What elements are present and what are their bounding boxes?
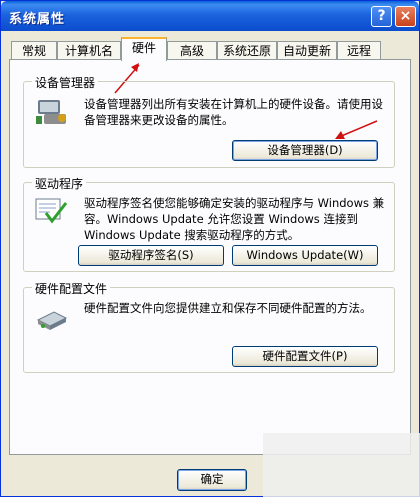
- windows-update-button[interactable]: Windows Update(W): [232, 245, 378, 266]
- ok-button[interactable]: 确定: [177, 469, 247, 491]
- tab-computer-name[interactable]: 计算机名: [57, 41, 121, 60]
- title-bar[interactable]: 系统属性 ? ×: [1, 1, 419, 31]
- help-button[interactable]: ?: [371, 6, 392, 27]
- tab-general[interactable]: 常规: [11, 41, 57, 60]
- tab-automatic-updates[interactable]: 自动更新: [277, 41, 337, 60]
- tab-remote[interactable]: 远程: [337, 41, 381, 60]
- hardware-profiles-description: 硬件配置文件向您提供建立和保存不同硬件配置的方法。: [84, 301, 372, 315]
- hardware-profiles-group: 硬件配置文件 硬件配置文件向您提供建立和保存不同硬件配置的方法。 硬件配置文件(…: [23, 280, 395, 373]
- system-properties-window: 系统属性 ? × 常规 计算机名 硬件 高级 系统还原 自动更新 远程 设备管理…: [0, 0, 420, 497]
- tab-advanced[interactable]: 高级: [167, 41, 217, 60]
- blurred-watermark: [263, 433, 420, 497]
- hardware-profiles-group-label: 硬件配置文件: [32, 280, 111, 297]
- drivers-description: 驱动程序签名使您能够确定安装的驱动程序与 Windows 兼容。Windows …: [84, 196, 385, 242]
- annotation-arrow-button: [335, 120, 378, 139]
- device-manager-icon: [36, 100, 66, 124]
- tab-hardware[interactable]: 硬件: [121, 37, 167, 61]
- drivers-group-label: 驱动程序: [32, 175, 87, 192]
- device-manager-group-label: 设备管理器: [32, 74, 99, 91]
- hardware-profile-icon: [36, 311, 68, 330]
- hardware-profiles-button[interactable]: 硬件配置文件(P): [232, 346, 378, 367]
- close-button[interactable]: ×: [395, 6, 416, 27]
- tab-system-restore[interactable]: 系统还原: [217, 41, 277, 60]
- driver-signing-button[interactable]: 驱动程序签名(S): [78, 245, 224, 266]
- window-title: 系统属性: [9, 12, 66, 27]
- driver-signing-icon: [35, 198, 68, 224]
- drivers-group: 驱动程序 驱动程序签名使您能够确定安装的驱动程序与 Windows 兼容。Win…: [23, 175, 395, 272]
